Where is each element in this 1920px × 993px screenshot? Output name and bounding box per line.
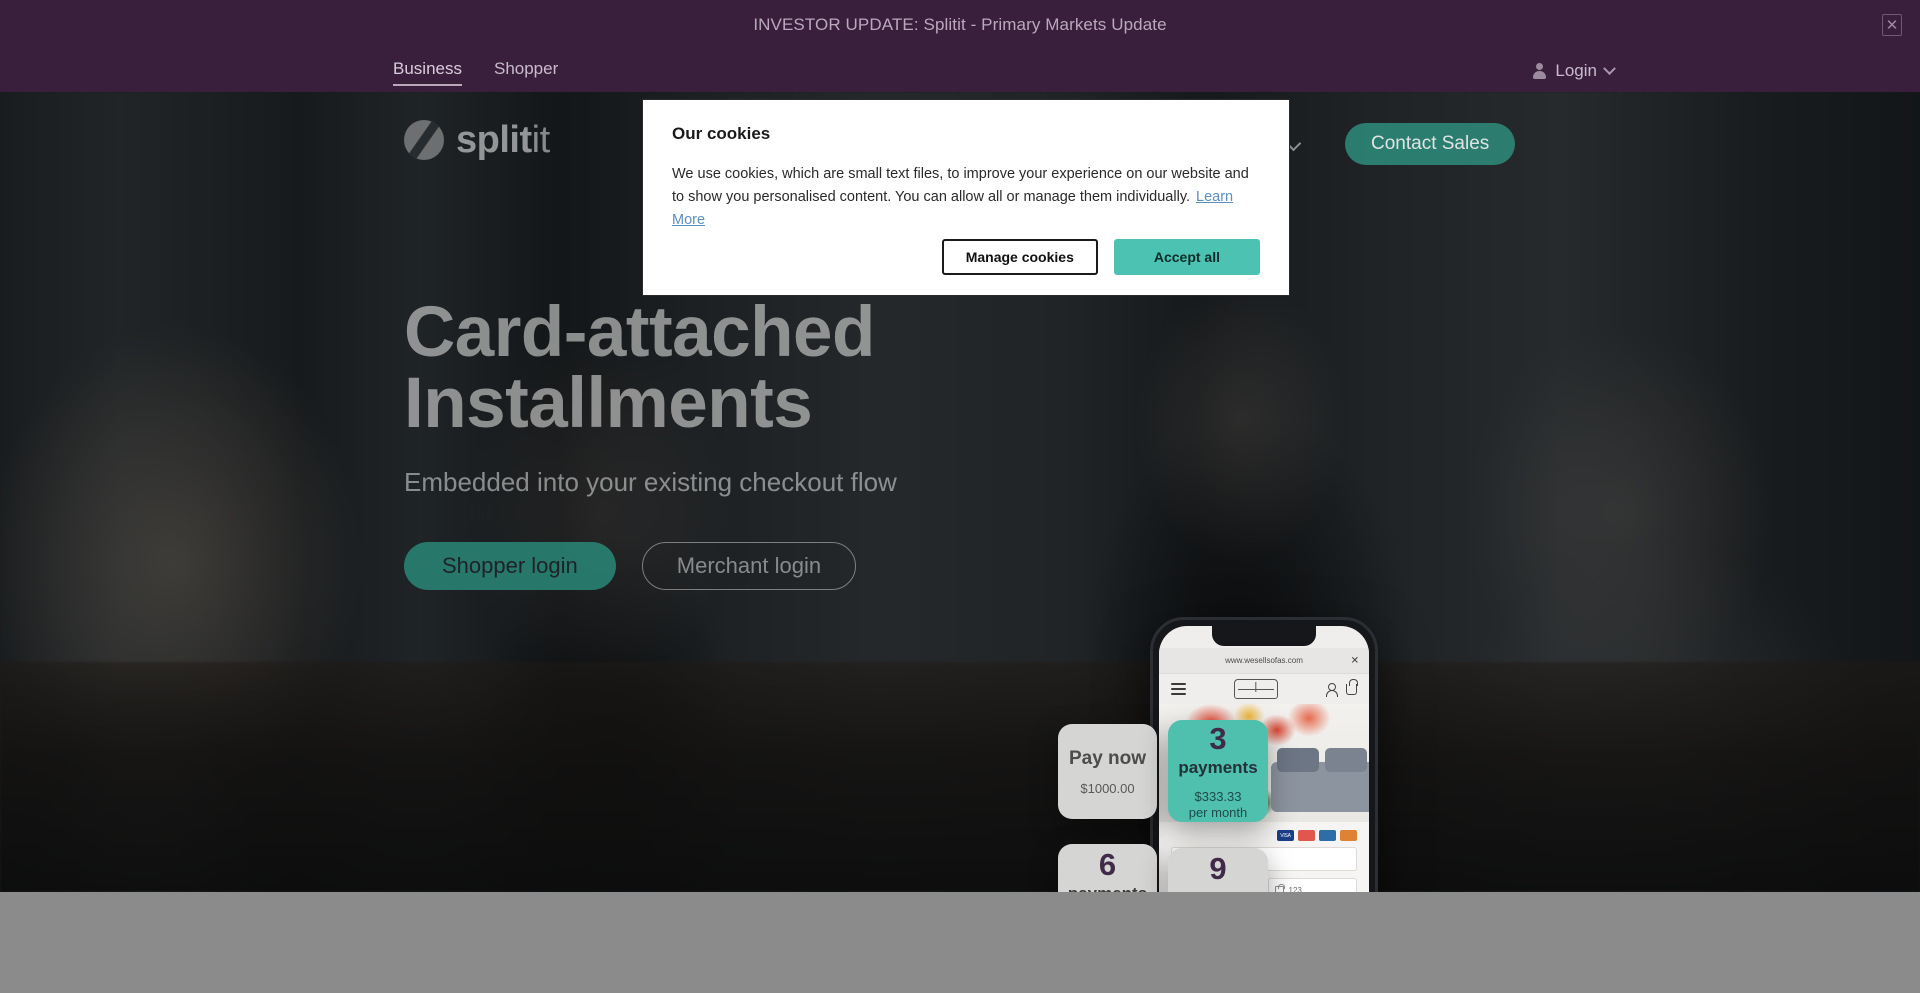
cookie-dialog-actions: Manage cookies Accept all <box>941 239 1260 275</box>
payment-option-6[interactable]: 6 payments $166.67 per month <box>1058 844 1157 892</box>
phone-notch <box>1212 626 1316 646</box>
hero-cta-group: Shopper login Merchant login <box>404 542 897 590</box>
phone-nav-icons <box>1326 678 1358 697</box>
cvv-field[interactable]: 123 <box>1267 878 1357 893</box>
plan-word: payments <box>1068 884 1147 893</box>
merchant-login-button[interactable]: Merchant login <box>641 542 857 590</box>
amex-icon <box>1319 830 1336 841</box>
hero-heading-line-2: Installments <box>404 364 813 443</box>
discover-icon <box>1340 830 1357 841</box>
shopping-cart-icon[interactable] <box>1346 678 1358 695</box>
accept-all-button[interactable]: Accept all <box>1113 239 1260 275</box>
payment-option-pay-now[interactable]: Pay now $1000.00 <box>1058 724 1157 819</box>
close-icon[interactable]: ✕ <box>1882 14 1902 36</box>
hamburger-menu-icon[interactable] <box>1171 683 1186 695</box>
logo-word-it: it <box>531 119 551 161</box>
mastercard-icon <box>1298 830 1315 841</box>
phone-store-nav <box>1159 674 1369 704</box>
announcement-banner: INVESTOR UPDATE: Splitit - Primary Marke… <box>0 0 1920 50</box>
shopper-login-button[interactable]: Shopper login <box>404 542 616 590</box>
plan-count: 9 <box>1209 851 1227 886</box>
page-title: Card-attached Installments <box>404 297 897 439</box>
plan-count: 6 <box>1098 846 1117 882</box>
pay-now-title: Pay now <box>1068 747 1147 769</box>
contact-sales-button[interactable]: Contact Sales <box>1345 123 1516 165</box>
person-icon <box>1532 63 1547 79</box>
next-section-placeholder <box>0 892 1920 993</box>
phone-url-text: www.wesellsofas.com <box>1225 656 1303 665</box>
hero-heading-line-1: Card-attached <box>404 293 875 372</box>
login-menu[interactable]: Login <box>1532 50 1616 92</box>
sofa-logo-icon <box>1234 679 1278 699</box>
plan-amount: $333.33 <box>1194 788 1242 804</box>
splitit-circle-slash-icon <box>404 120 444 160</box>
top-navigation-bar: Business Shopper Login <box>0 50 1920 92</box>
tab-business[interactable]: Business <box>393 59 462 86</box>
phone-url-bar: www.wesellsofas.com ✕ <box>1159 648 1369 674</box>
logo-wordmark: splitit <box>456 121 550 159</box>
cookie-dialog-body: We use cookies, which are small text fil… <box>672 163 1257 233</box>
cookie-body-text: We use cookies, which are small text fil… <box>672 166 1249 206</box>
close-icon[interactable]: ✕ <box>1351 655 1359 666</box>
chevron-down-icon <box>1603 61 1616 75</box>
plan-word: payments <box>1178 888 1257 892</box>
plan-count: 3 <box>1209 720 1227 756</box>
cookie-consent-dialog: Our cookies We use cookies, which are sm… <box>642 99 1290 296</box>
card-brand-logos: VISA <box>1171 830 1357 841</box>
phone-mockup: www.wesellsofas.com ✕ VISA 123 <box>1150 522 1390 892</box>
user-account-icon[interactable] <box>1326 683 1338 697</box>
announcement-text: INVESTOR UPDATE: Splitit - Primary Marke… <box>753 15 1167 34</box>
hero-copy: Card-attached Installments Embedded into… <box>404 297 897 590</box>
manage-cookies-button[interactable]: Manage cookies <box>941 239 1098 275</box>
login-label: Login <box>1555 61 1597 80</box>
pay-now-amount: $1000.00 <box>1080 780 1135 796</box>
sofa-product <box>1271 748 1369 812</box>
lock-icon <box>1274 884 1285 892</box>
plan-word: payments <box>1178 757 1258 777</box>
logo-word-split: split <box>456 119 532 161</box>
tab-shopper[interactable]: Shopper <box>494 59 558 84</box>
payment-option-3[interactable]: 3 payments $333.33 per month <box>1168 720 1268 822</box>
hero-subheading: Embedded into your existing checkout flo… <box>404 467 897 497</box>
payment-option-9[interactable]: 9 payments $111.11 per month <box>1168 848 1268 892</box>
splitit-logo[interactable]: splitit <box>404 120 550 160</box>
cookie-dialog-title: Our cookies <box>672 124 771 143</box>
plan-period: per month <box>1188 804 1248 820</box>
visa-icon: VISA <box>1277 830 1294 841</box>
cvv-value: 123 <box>1288 885 1302 893</box>
page-root: INVESTOR UPDATE: Splitit - Primary Marke… <box>0 0 1920 993</box>
audience-tabs: Business Shopper <box>393 50 558 92</box>
